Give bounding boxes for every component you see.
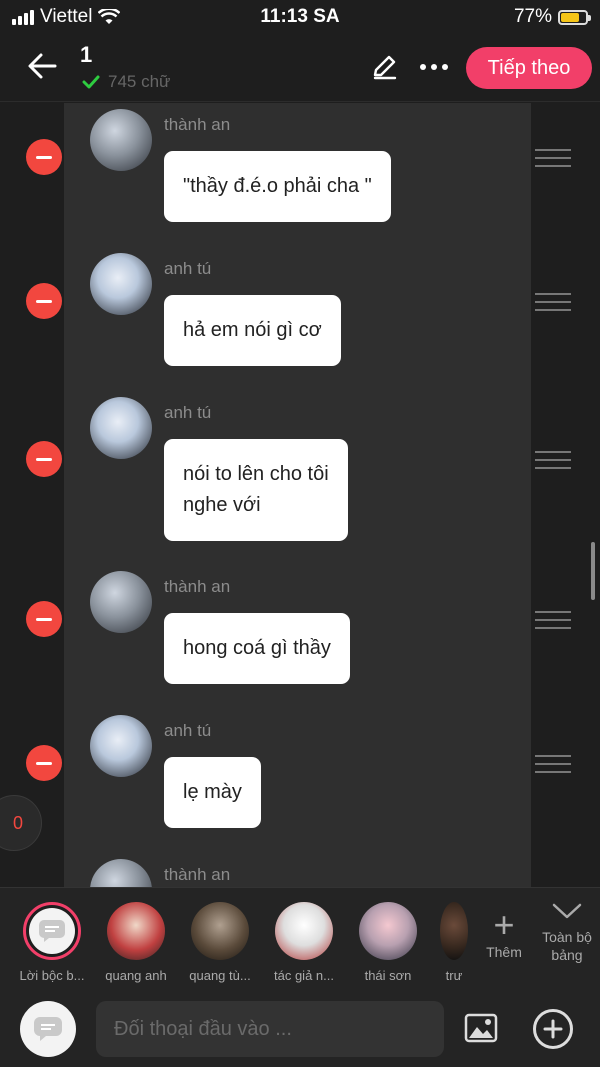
plus-circle-icon (543, 1019, 563, 1039)
sender-name: thành an (164, 115, 231, 134)
all-board-label: Toàn bộ bảng (542, 929, 592, 963)
top-navigation: 1 745 chữ Tiếp theo (0, 36, 600, 102)
plus-icon: + (493, 904, 515, 945)
battery-icon (558, 9, 591, 25)
character-item[interactable]: quang tù... (178, 902, 262, 983)
avatar (90, 715, 152, 777)
insert-image-button[interactable] (464, 1013, 498, 1043)
drag-handle-icon[interactable] (535, 149, 571, 167)
avatar (90, 253, 152, 315)
minus-icon (36, 155, 52, 159)
narrator-avatar (23, 902, 81, 960)
message-bubble[interactable]: lẹ mày (164, 757, 261, 828)
character-name: quang tù... (189, 968, 251, 983)
sender-name: anh tú (164, 403, 212, 422)
character-avatar (275, 902, 333, 960)
remove-message-button[interactable] (26, 139, 62, 175)
scrollbar[interactable] (591, 542, 595, 600)
character-item[interactable]: quang anh (94, 902, 178, 983)
sender-name: thành an (164, 577, 231, 596)
character-item[interactable]: tác giả n... (262, 902, 346, 983)
avatar (90, 571, 152, 633)
message-item[interactable]: thành an (0, 857, 600, 887)
sender-name: anh tú (164, 259, 212, 278)
character-bar: Lời bộc b... quang anh quang tù... tác g… (0, 887, 600, 987)
drag-handle-icon[interactable] (535, 293, 571, 311)
character-item[interactable]: trư (430, 902, 478, 983)
remove-message-button[interactable] (26, 441, 62, 477)
character-name: trư (445, 968, 463, 983)
next-button[interactable]: Tiếp theo (466, 47, 592, 89)
all-board-button[interactable]: Toàn bộ bảng (534, 902, 600, 964)
sender-name: anh tú (164, 721, 212, 740)
battery-percent: 77% (513, 6, 552, 27)
minus-icon (36, 761, 52, 765)
app-screen: Viettel 11:13 SA 77% 1 745 chữ Tiếp theo… (0, 0, 600, 1067)
character-avatar (440, 902, 468, 960)
drag-handle-icon[interactable] (535, 451, 571, 469)
character-avatar (191, 902, 249, 960)
character-avatar (107, 902, 165, 960)
avatar (90, 109, 152, 171)
pencil-icon (373, 55, 397, 80)
minus-icon (36, 457, 52, 461)
input-bar (0, 987, 600, 1067)
add-button[interactable] (533, 1009, 573, 1049)
message-bubble[interactable]: hong coá gì thầy (164, 613, 350, 684)
add-character-label: Thêm (486, 944, 522, 960)
word-count-label: 745 chữ (108, 72, 171, 91)
character-name: thái sơn (364, 968, 412, 983)
remove-message-button[interactable] (26, 283, 62, 319)
drag-handle-icon[interactable] (535, 755, 571, 773)
character-narrator[interactable]: Lời bộc b... (10, 902, 94, 983)
character-name: Lời bộc b... (19, 968, 85, 983)
check-icon (82, 75, 100, 89)
remove-message-button[interactable] (26, 601, 62, 637)
back-button[interactable] (24, 48, 60, 84)
chat-bubble-icon (39, 920, 65, 942)
status-bar: Viettel 11:13 SA 77% (0, 0, 600, 36)
battery-level (561, 12, 580, 22)
remove-message-button[interactable] (26, 745, 62, 781)
character-avatar (359, 902, 417, 960)
add-character-button[interactable]: + Thêm (480, 904, 528, 961)
chat-bubble-icon (34, 1017, 62, 1041)
minus-icon (36, 617, 52, 621)
avatar (90, 859, 152, 887)
more-options-button[interactable] (414, 50, 454, 84)
minus-icon (36, 299, 52, 303)
edit-button[interactable] (368, 50, 402, 84)
sender-name: thành an (164, 865, 231, 884)
clock: 11:13 SA (260, 6, 340, 27)
avatar (90, 397, 152, 459)
character-name: quang anh (105, 968, 167, 983)
character-name: tác giả n... (274, 968, 334, 983)
narrator-toggle-button[interactable] (20, 1001, 76, 1057)
image-icon (464, 1013, 498, 1043)
message-bubble[interactable]: "thầy đ.é.o phải cha " (164, 151, 391, 222)
word-count: 745 chữ (82, 72, 170, 92)
dialogue-input[interactable] (96, 1001, 444, 1057)
arrow-left-icon (28, 53, 57, 79)
chevron-down-icon (552, 903, 582, 919)
status-right: 77% (513, 6, 591, 28)
character-item[interactable]: thái sơn (346, 902, 430, 983)
drag-handle-icon[interactable] (535, 611, 571, 629)
message-bubble[interactable]: hả em nói gì cơ (164, 295, 341, 366)
chapter-title: 1 (80, 42, 93, 67)
message-bubble[interactable]: nói to lên cho tôi nghe với (164, 439, 348, 541)
